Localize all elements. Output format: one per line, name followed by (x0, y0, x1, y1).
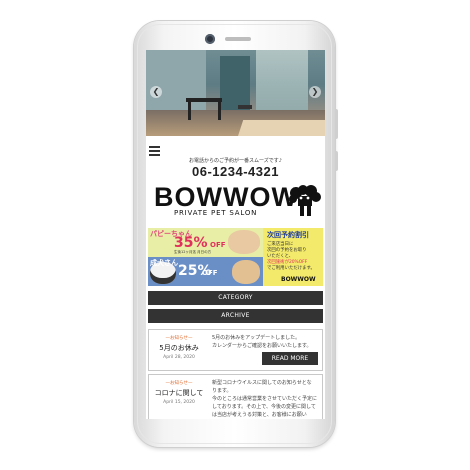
category-button[interactable]: CATEGORY (148, 291, 323, 305)
banner-logo: BOWWOW (281, 276, 316, 283)
puppy-off: OFF (210, 241, 226, 249)
post-card[interactable]: —お知らせ— 5月のお休み April 28, 2020 5月のお休みをアップデ… (148, 329, 323, 371)
post-excerpt-line: 5月のお休みをアップデートしました。 (212, 335, 301, 341)
phone-number-link[interactable]: 06-1234-4321 (146, 164, 325, 179)
front-camera (205, 34, 215, 44)
post-excerpt-line: 今のところは通常営業をさせていただく予定に (212, 396, 318, 402)
adult-dog-photo-2 (232, 260, 260, 284)
hero-photo-window (256, 50, 308, 112)
post-category: —お知らせ— (165, 336, 193, 341)
post-card[interactable]: —お知らせ— コロナに関して April 15, 2020 新型コロナウイルスに… (148, 374, 323, 419)
hero-photo-table (186, 98, 222, 102)
post-meta: —お知らせ— コロナに関して April 15, 2020 (149, 375, 209, 405)
puppy-note: 生後12ヶ月迄 月日の方 (174, 250, 212, 254)
post-title[interactable]: 5月のお休み (149, 343, 209, 353)
site-logo[interactable]: BOWWOW PRIVATE PET SALON (154, 182, 322, 222)
archive-button[interactable]: ARCHIVE (148, 309, 323, 323)
tel-note: お電話からのご予約が一番スムーズです♪ (189, 158, 282, 164)
power-button (335, 151, 338, 171)
hero-photo-table-leg (218, 102, 221, 120)
post-date: April 15, 2020 (163, 400, 195, 405)
post-excerpt-line: カレンダーからご確認をお願いいたします。 (212, 343, 312, 349)
post-excerpt-line: ります。 (212, 388, 232, 394)
adult-off: OFF (202, 269, 218, 277)
post-excerpt-line: しております。その上で、今後の変更に関して (212, 404, 316, 410)
hamburger-menu-icon[interactable] (149, 146, 160, 156)
post-title[interactable]: コロナに関して (149, 388, 209, 398)
promo-banner[interactable]: パピーちゃん 35% OFF 生後12ヶ月迄 月日の方 成犬さん 25% OFF… (148, 228, 323, 286)
slider-prev-icon[interactable]: ❮ (150, 86, 162, 98)
post-excerpt: 5月のお休みをアップデートしました。 カレンダーからご確認をお願いいたします。 (212, 334, 318, 350)
next-booking-panel: 次回予約割引 ご来店当日に 次回の予約をお取り いただくと、 次回施術が20%O… (263, 228, 323, 286)
volume-button (335, 109, 338, 139)
puppy-percent: 35% (174, 235, 208, 251)
post-category: —お知らせ— (165, 381, 193, 386)
discount-panel: パピーちゃん 35% OFF 生後12ヶ月迄 月日の方 成犬さん 25% OFF (148, 228, 263, 286)
post-excerpt-line: 新型コロナウイルスに関してのお知らせとな (212, 380, 312, 386)
post-excerpt-line: は当店が考えうる対策と、お客様にお願い (212, 412, 307, 418)
slider-next-icon[interactable]: ❯ (309, 86, 321, 98)
logo-wordmark: BOWWOW (154, 182, 298, 212)
poodle-icon (289, 185, 321, 216)
next-booking-line: でご利用いただけます。 (267, 266, 315, 271)
hero-photo-table-leg (188, 102, 191, 120)
logo-subtitle: PRIVATE PET SALON (174, 209, 258, 217)
puppy-photo (228, 230, 260, 254)
post-date: April 28, 2020 (163, 355, 195, 360)
hero-photo-counter (238, 120, 325, 136)
post-meta: —お知らせ— 5月のお休み April 28, 2020 (149, 330, 209, 360)
phone-screen: ❮ ❯ お電話からのご予約が一番スムーズです♪ 06-1234-4321 BOW… (146, 50, 325, 419)
post-excerpt: 新型コロナウイルスに関してのお知らせとな ります。 今のところは通常営業をさせて… (212, 379, 318, 419)
adult-title: 成犬さん (150, 259, 178, 267)
speaker-grille (225, 37, 251, 41)
hero-slider[interactable]: ❮ ❯ (146, 50, 325, 136)
next-booking-title: 次回予約割引 (267, 231, 309, 239)
read-more-button[interactable]: READ MORE (262, 352, 318, 365)
hero-photo-stool (238, 105, 252, 109)
